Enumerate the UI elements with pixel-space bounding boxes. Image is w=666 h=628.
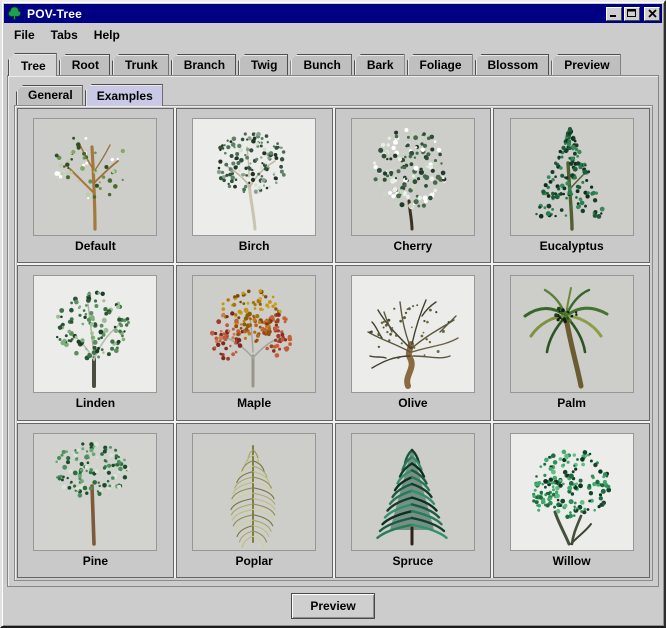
default-tree-icon: [33, 118, 157, 236]
tree-card-spruce[interactable]: Spruce: [335, 423, 492, 578]
tree-logo-icon: [7, 6, 23, 22]
tree-label-linden: Linden: [76, 396, 115, 410]
tree-label-olive: Olive: [398, 396, 427, 410]
maple-tree-icon: [192, 275, 316, 393]
poplar-tree-icon: [192, 433, 316, 551]
tab-general[interactable]: General: [16, 85, 83, 105]
close-button[interactable]: [644, 7, 660, 21]
tab-root[interactable]: Root: [59, 54, 110, 75]
tree-label-birch: Birch: [239, 239, 270, 253]
tree-label-willow: Willow: [553, 554, 591, 568]
tree-card-cherry[interactable]: Cherry: [335, 108, 492, 263]
tree-card-poplar[interactable]: Poplar: [176, 423, 333, 578]
tab-tree[interactable]: Tree: [8, 53, 57, 76]
spruce-tree-icon: [351, 433, 475, 551]
menu-tabs[interactable]: Tabs: [43, 26, 86, 44]
tree-card-birch[interactable]: Birch: [176, 108, 333, 263]
tree-card-palm[interactable]: Palm: [493, 265, 650, 420]
footer: Preview: [3, 587, 663, 625]
preview-button[interactable]: Preview: [291, 593, 374, 619]
olive-tree-icon: [351, 275, 475, 393]
linden-tree-icon: [33, 275, 157, 393]
tab-trunk[interactable]: Trunk: [112, 54, 169, 75]
app-window: POV-Tree FileTabsHelp TreeRootTrunkBranc…: [0, 0, 666, 628]
tree-label-palm: Palm: [557, 396, 586, 410]
main-tab-row: TreeRootTrunkBranchTwigBunchBarkFoliageB…: [8, 53, 659, 75]
titlebar: POV-Tree: [4, 4, 662, 23]
examples-panel: Default Birch Cherry Eucalyptus Linden Maple O…: [14, 105, 653, 581]
tab-foliage[interactable]: Foliage: [407, 54, 473, 75]
menu-file[interactable]: File: [6, 26, 43, 44]
tree-card-olive[interactable]: Olive: [335, 265, 492, 420]
tree-tab-content: GeneralExamples Default Birch Cherry Eucaly…: [7, 75, 659, 587]
tree-label-default: Default: [75, 239, 116, 253]
cherry-tree-icon: [351, 118, 475, 236]
tree-card-maple[interactable]: Maple: [176, 265, 333, 420]
close-icon: [648, 6, 657, 21]
willow-tree-icon: [510, 433, 634, 551]
tree-card-default[interactable]: Default: [17, 108, 174, 263]
tree-label-poplar: Poplar: [235, 554, 272, 568]
tab-bark[interactable]: Bark: [354, 54, 405, 75]
tab-blossom[interactable]: Blossom: [475, 54, 550, 75]
tree-label-cherry: Cherry: [394, 239, 433, 253]
tree-card-willow[interactable]: Willow: [493, 423, 650, 578]
window-title: POV-Tree: [27, 7, 606, 21]
menubar: FileTabsHelp: [3, 23, 663, 47]
sub-tab-row: GeneralExamples: [16, 84, 653, 105]
tab-examples[interactable]: Examples: [85, 84, 163, 106]
tab-bunch[interactable]: Bunch: [290, 54, 351, 75]
tab-preview[interactable]: Preview: [551, 54, 620, 75]
palm-tree-icon: [510, 275, 634, 393]
examples-grid: Default Birch Cherry Eucalyptus Linden Maple O…: [17, 108, 650, 578]
minimize-button[interactable]: [606, 7, 622, 21]
eucalyptus-tree-icon: [510, 118, 634, 236]
tree-card-eucalyptus[interactable]: Eucalyptus: [493, 108, 650, 263]
maximize-button[interactable]: [624, 7, 640, 21]
tree-label-eucalyptus: Eucalyptus: [540, 239, 604, 253]
minimize-icon: [609, 6, 619, 21]
tree-label-spruce: Spruce: [393, 554, 434, 568]
maximize-icon: [627, 6, 637, 21]
tree-label-pine: Pine: [83, 554, 108, 568]
tab-twig[interactable]: Twig: [238, 54, 288, 75]
menu-help[interactable]: Help: [86, 26, 128, 44]
window-controls: [606, 7, 660, 21]
pine-tree-icon: [33, 433, 157, 551]
tree-label-maple: Maple: [237, 396, 271, 410]
birch-tree-icon: [192, 118, 316, 236]
tree-card-linden[interactable]: Linden: [17, 265, 174, 420]
tab-branch[interactable]: Branch: [171, 54, 236, 75]
tree-card-pine[interactable]: Pine: [17, 423, 174, 578]
